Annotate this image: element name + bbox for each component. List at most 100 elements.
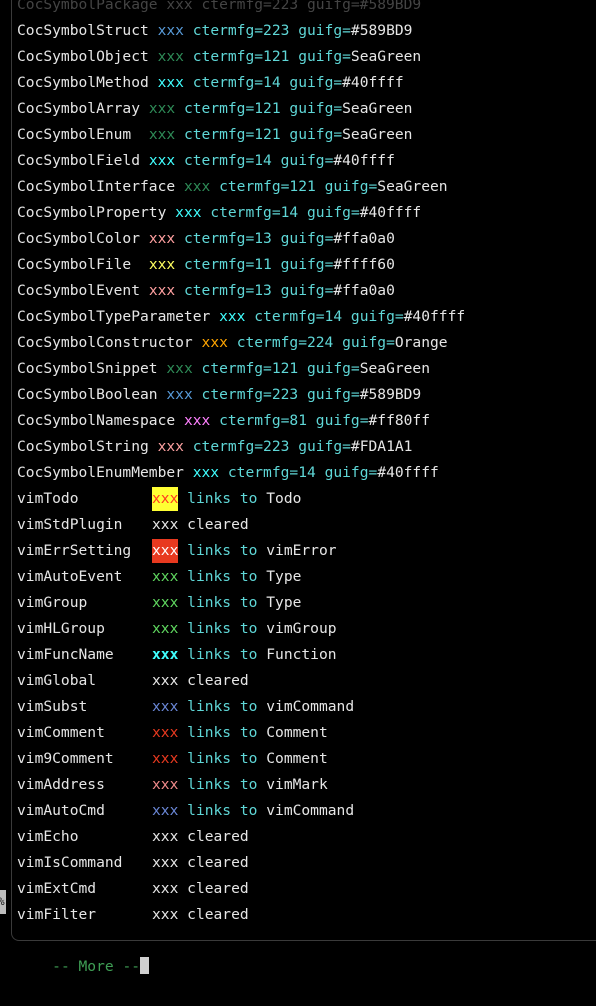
attr-value: Orange bbox=[394, 334, 448, 351]
attr-key: guifg= bbox=[324, 464, 378, 481]
highlight-row: vimAutoEvent xxx links to Type bbox=[17, 564, 465, 590]
color-sample: xxx bbox=[152, 620, 179, 637]
group-name: CocSymbolObject bbox=[17, 48, 149, 65]
highlight-row: vimFuncName xxx links to Function bbox=[17, 642, 465, 668]
highlight-row: CocSymbolNamespace xxx ctermfg=81 guifg=… bbox=[17, 408, 465, 434]
ctermfg-attr: ctermfg=223 bbox=[193, 438, 290, 455]
group-name: CocSymbolSnippet bbox=[17, 360, 158, 377]
group-name: vimIsCommand bbox=[17, 854, 123, 871]
coc-highlight-list: CocSymbolStruct xxx ctermfg=223 guifg=#5… bbox=[17, 18, 465, 486]
highlight-row: vimExtCmd xxx cleared bbox=[17, 876, 465, 902]
ctermfg-attr: ctermfg=121 bbox=[219, 178, 316, 195]
group-name: vimHLGroup bbox=[17, 620, 105, 637]
attr-key: ctermfg= bbox=[183, 126, 255, 143]
highlight-row: CocSymbolStruct xxx ctermfg=223 guifg=#5… bbox=[17, 18, 465, 44]
more-prompt-line[interactable]: -- More -- bbox=[17, 928, 465, 975]
vim-highlight-list: vimTodo xxx links to Todo vimStdPlugin xxx … bbox=[17, 486, 465, 928]
group-name: CocSymbolTypeParameter bbox=[17, 308, 211, 325]
attr-key: guifg= bbox=[280, 282, 334, 299]
link-target: Comment bbox=[266, 724, 328, 741]
color-sample: xxx bbox=[152, 854, 179, 871]
ctermfg-attr: ctermfg=223 bbox=[193, 22, 290, 39]
attr-key: ctermfg= bbox=[236, 334, 307, 351]
group-name: CocSymbolConstructor bbox=[17, 334, 193, 351]
highlight-row: CocSymbolBoolean xxx ctermfg=223 guifg=#… bbox=[17, 382, 465, 408]
ctermfg-attr: ctermfg=121 bbox=[193, 48, 290, 65]
ctermfg-attr: ctermfg=14 bbox=[228, 464, 316, 481]
color-sample: xxx bbox=[152, 698, 179, 715]
attr-value: #40ffff bbox=[342, 74, 404, 91]
ctermfg-attr: ctermfg=14 bbox=[184, 152, 272, 169]
highlight-row: CocSymbolConstructor xxx ctermfg=224 gui… bbox=[17, 330, 465, 356]
attr-key: ctermfg= bbox=[219, 178, 290, 195]
links-to-label: links to bbox=[187, 750, 258, 767]
attr-value: 14 bbox=[254, 152, 272, 169]
group-name: vimAddress bbox=[17, 776, 105, 793]
attr-value: #40ffff bbox=[359, 204, 422, 221]
guifg-attr: guifg=#589BD9 bbox=[298, 22, 412, 39]
highlight-row: vimGroup xxx links to Type bbox=[17, 590, 465, 616]
color-sample: xxx bbox=[157, 48, 184, 65]
highlight-row: vimHLGroup xxx links to vimGroup bbox=[17, 616, 465, 642]
group-name: CocSymbolEnumMember bbox=[17, 464, 184, 481]
highlight-row: CocSymbolField xxx ctermfg=14 guifg=#40f… bbox=[17, 148, 465, 174]
group-name: CocSymbolMethod bbox=[17, 74, 149, 91]
color-sample: xxx bbox=[152, 516, 179, 533]
links-to-label: links to bbox=[187, 490, 258, 507]
color-sample: xxx bbox=[152, 568, 179, 585]
guifg-attr: guifg=SeaGreen bbox=[307, 360, 430, 377]
guifg-attr: guifg=#40ffff bbox=[351, 308, 465, 325]
highlight-row: vimAutoCmd xxx links to vimCommand bbox=[17, 798, 465, 824]
highlight-row: vimEcho xxx cleared bbox=[17, 824, 465, 850]
group-name: vimErrSetting bbox=[17, 542, 132, 559]
color-sample: xxx bbox=[157, 438, 184, 455]
attr-value: #ffa0a0 bbox=[333, 282, 395, 299]
highlight-row: CocSymbolEnumMember xxx ctermfg=14 guifg… bbox=[17, 460, 465, 486]
attr-key: ctermfg= bbox=[183, 152, 255, 169]
color-sample: xxx bbox=[183, 178, 211, 195]
links-to-label: links to bbox=[187, 724, 258, 741]
cleared-label: cleared bbox=[187, 828, 249, 845]
color-sample: xxx bbox=[148, 152, 176, 169]
attr-key: ctermfg= bbox=[201, 360, 272, 377]
guifg-attr: guifg=Orange bbox=[342, 334, 447, 351]
color-sample: xxx bbox=[192, 464, 220, 481]
cleared-label: cleared bbox=[187, 672, 249, 689]
link-target: Function bbox=[266, 646, 337, 663]
color-sample: xxx bbox=[152, 594, 179, 611]
links-to-label: links to bbox=[187, 802, 258, 819]
attr-value: #40ffff bbox=[403, 308, 466, 325]
cleared-label: cleared bbox=[187, 880, 249, 897]
guifg-attr: guifg=#40ffff bbox=[281, 152, 395, 169]
color-sample: xxx bbox=[157, 22, 184, 39]
color-sample: xxx bbox=[166, 360, 193, 377]
color-sample: xxx bbox=[148, 230, 176, 247]
attr-key: guifg= bbox=[280, 230, 334, 247]
highlight-row: vimIsCommand xxx cleared bbox=[17, 850, 465, 876]
guifg-attr: guifg=#ff80ff bbox=[316, 412, 430, 429]
group-name: vimAutoEvent bbox=[17, 568, 123, 585]
link-target: vimGroup bbox=[266, 620, 337, 637]
attr-value: #40ffff bbox=[377, 464, 439, 481]
attr-value: 223 bbox=[271, 386, 299, 403]
color-sample: xxx bbox=[183, 412, 211, 429]
guifg-attr: guifg=#40ffff bbox=[307, 204, 421, 221]
attr-key: ctermfg= bbox=[183, 100, 255, 117]
attr-key: guifg= bbox=[289, 126, 343, 143]
group-name: CocSymbolString bbox=[17, 438, 149, 455]
highlight-row: CocSymbolColor xxx ctermfg=13 guifg=#ffa… bbox=[17, 226, 465, 252]
ctermfg-attr: ctermfg=14 bbox=[193, 74, 281, 91]
group-name: CocSymbolProperty bbox=[17, 204, 167, 221]
group-name: CocSymbolBoolean bbox=[17, 386, 158, 403]
guifg-attr: guifg=#ffa0a0 bbox=[281, 230, 395, 247]
attr-key: ctermfg= bbox=[227, 464, 299, 481]
links-to-label: links to bbox=[187, 568, 258, 585]
attr-value: 14 bbox=[280, 204, 299, 221]
color-sample: xxx bbox=[219, 308, 246, 325]
side-tab[interactable]: % bbox=[0, 890, 6, 914]
color-sample: xxx bbox=[152, 539, 179, 563]
guifg-attr: guifg=#FDA1A1 bbox=[298, 438, 412, 455]
attr-key: guifg= bbox=[289, 74, 343, 91]
attr-key: guifg= bbox=[307, 360, 360, 377]
links-to-label: links to bbox=[187, 594, 258, 611]
